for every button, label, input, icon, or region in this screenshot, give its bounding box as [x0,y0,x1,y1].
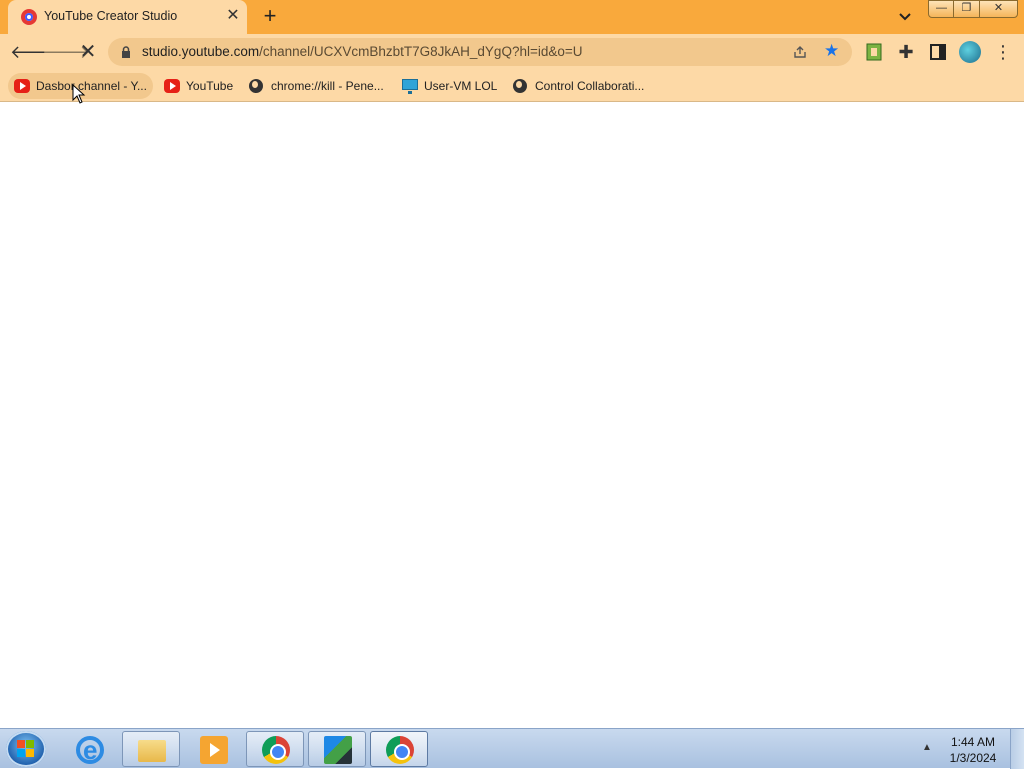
globe-icon [513,79,527,93]
tab-search-button[interactable] [894,7,916,27]
youtube-icon [164,79,180,93]
profile-avatar[interactable] [959,41,981,63]
clock[interactable]: 1:44 AM 1/3/2024 [944,734,1002,766]
maximize-button[interactable]: ❐ [953,0,980,18]
share-icon[interactable] [792,44,808,60]
bookmark-star-icon[interactable]: ★ [824,41,839,61]
chevron-down-icon [899,13,911,21]
url-host: studio.youtube.com [142,44,260,59]
bookmark-label: Dasbor channel - Y... [36,79,147,93]
extension-green-icon[interactable] [864,42,884,62]
windows-logo-icon [17,740,35,758]
show-desktop-button[interactable] [1010,729,1024,769]
bookmark-item[interactable]: chrome://kill - Pene... [243,73,390,99]
bookmarks-bar: Dasbor channel - Y... YouTube chrome://k… [0,70,1024,102]
tab-title: YouTube Creator Studio [44,9,178,23]
bookmark-item[interactable]: Control Collaborati... [507,73,650,99]
bookmark-item[interactable]: User-VM LOL [396,73,503,99]
taskbar-file-explorer[interactable] [122,731,180,767]
start-button[interactable] [6,731,46,767]
back-button[interactable]: 🡐 [10,40,58,64]
clock-time: 1:44 AM [950,735,996,749]
bookmark-label: Control Collaborati... [535,79,645,93]
lock-icon[interactable] [121,46,131,58]
browser-window: YouTube Creator Studio ✕ + — ❐ ✕ 🡐 🡒 ✕ s… [0,0,1024,728]
tab-youtube-studio[interactable]: YouTube Creator Studio ✕ [8,0,247,34]
taskbar-internet-explorer[interactable] [60,731,118,767]
browser-toolbar: 🡐 🡒 ✕ studio.youtube.com/channel/UCXVcmB… [0,34,1024,70]
stop-loading-button[interactable]: ✕ [76,40,100,64]
creator-studio-icon [21,9,37,25]
clock-date: 1/3/2024 [949,751,997,765]
close-tab-icon[interactable]: ✕ [224,7,242,25]
side-panel-icon[interactable] [928,42,948,62]
extensions-puzzle-icon[interactable]: ✚ [896,42,916,62]
chrome-icon [386,736,414,764]
address-bar[interactable]: studio.youtube.com/channel/UCXVcmBhzbtT7… [108,38,852,66]
bookmark-label: chrome://kill - Pene... [271,79,384,93]
folder-icon [138,740,166,762]
media-player-icon [200,736,228,764]
video-editor-icon [324,736,352,764]
mouse-cursor-icon [72,84,86,104]
taskbar-chrome[interactable] [370,731,428,767]
forward-button[interactable]: 🡒 [42,40,90,64]
bookmark-label: YouTube [186,79,234,93]
globe-icon [249,79,263,93]
chrome-menu-icon[interactable]: ⋮ [994,41,1012,63]
tab-strip: YouTube Creator Studio ✕ + — ❐ ✕ [0,0,1024,34]
url-path: /channel/UCXVcmBhzbtT7G8JkAH_dYgQ?hl=id&… [259,44,583,59]
taskbar-chrome-profile[interactable] [246,731,304,767]
url-text: studio.youtube.com/channel/UCXVcmBhzbtT7… [142,44,583,59]
tray-expand-icon[interactable]: ▲ [922,742,932,753]
internet-explorer-icon [76,735,104,766]
taskbar-media-player[interactable] [184,731,242,767]
page-content-blank [0,103,1024,728]
youtube-icon [14,79,30,93]
window-close-button[interactable]: ✕ [979,0,1018,18]
chrome-icon [262,736,290,764]
taskbar-video-editor[interactable] [308,731,366,767]
taskbar: ▲ 1:44 AM 1/3/2024 [0,728,1024,769]
new-tab-button[interactable]: + [258,5,282,29]
monitor-icon [402,79,418,94]
minimize-button[interactable]: — [928,0,955,18]
bookmark-item[interactable]: YouTube [158,73,239,99]
bookmark-label: User-VM LOL [424,79,498,93]
